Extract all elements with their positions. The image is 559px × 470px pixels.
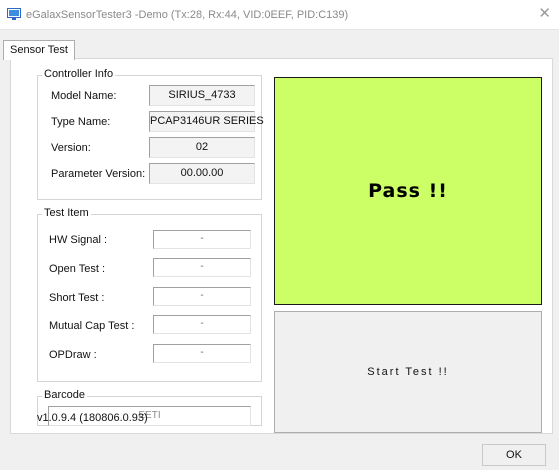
opdraw-label: OPDraw :	[49, 349, 97, 361]
tab-sensor-test[interactable]: Sensor Test	[3, 40, 75, 60]
type-name-value: PCAP3146UR SERIES	[149, 111, 264, 132]
version-value: 02	[149, 137, 255, 158]
model-name-label: Model Name:	[51, 90, 117, 102]
close-icon[interactable]: ✕	[538, 6, 551, 22]
short-test-label: Short Test :	[49, 292, 105, 304]
parameter-version-value: 00.00.00	[149, 163, 255, 184]
client-area: Sensor Test Controller Info Model Name: …	[0, 30, 559, 470]
controller-info-group: Controller Info Model Name: SIRIUS_4733 …	[37, 68, 264, 200]
mutual-cap-test-label: Mutual Cap Test :	[49, 320, 135, 332]
app-version-label: v1.0.9.4 (180806.0.93)	[37, 412, 148, 424]
test-result-panel: Pass !!	[274, 77, 542, 305]
model-name-value: SIRIUS_4733	[149, 85, 255, 106]
parameter-version-label: Parameter Version:	[51, 168, 146, 180]
start-test-button[interactable]: Start Test !!	[274, 311, 542, 433]
opdraw-result: -	[153, 344, 251, 363]
controller-info-title: Controller Info	[42, 68, 116, 80]
mutual-cap-test-result: -	[153, 315, 251, 334]
test-item-title: Test Item	[42, 207, 91, 219]
window-title: eGalaxSensorTester3 -Demo (Tx:28, Rx:44,…	[26, 9, 349, 21]
app-icon	[7, 8, 21, 20]
short-test-result: -	[153, 287, 251, 306]
test-result-text: Pass !!	[368, 180, 448, 202]
ok-button[interactable]: OK	[482, 444, 546, 466]
title-bar: eGalaxSensorTester3 -Demo (Tx:28, Rx:44,…	[0, 0, 559, 30]
test-item-group: Test Item HW Signal : - Open Test : - Sh…	[37, 207, 262, 382]
hw-signal-label: HW Signal :	[49, 234, 108, 246]
hw-signal-result: -	[153, 230, 251, 249]
barcode-title: Barcode	[42, 389, 87, 401]
open-test-label: Open Test :	[49, 263, 106, 275]
type-name-label: Type Name:	[51, 116, 111, 128]
open-test-result: -	[153, 258, 251, 277]
sensor-test-panel: Controller Info Model Name: SIRIUS_4733 …	[10, 58, 553, 434]
version-label: Version:	[51, 142, 91, 154]
